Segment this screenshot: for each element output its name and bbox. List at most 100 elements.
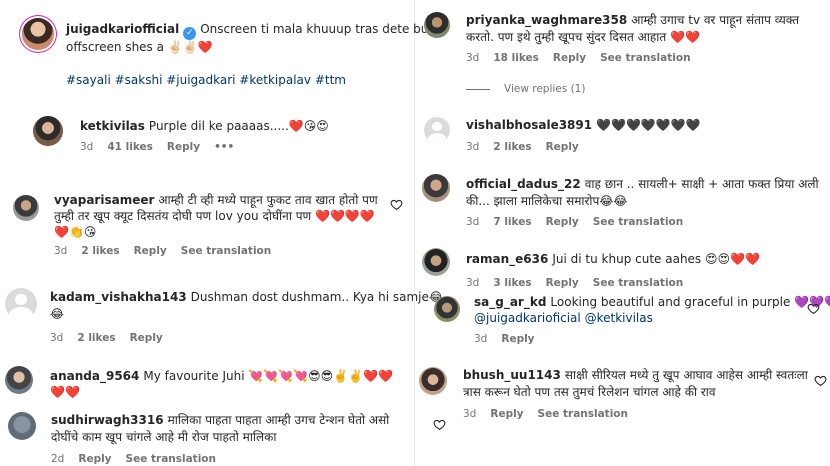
avatar[interactable]	[422, 248, 450, 276]
comment-body: Purple dil ke paaaas.....❤️😘😍	[148, 119, 329, 133]
comment-body: My favourite Juhi 💘💘💘💘😎😎✌️✌️❤️❤️	[143, 369, 393, 383]
more-options-icon[interactable]: •••	[214, 141, 234, 153]
reply-button[interactable]: Reply	[546, 216, 579, 228]
comment-username[interactable]: bhush_uu1143	[463, 368, 561, 382]
comment-meta: 3d 2 likes Reply	[466, 140, 593, 154]
reply-button[interactable]: Reply	[546, 277, 579, 289]
comment-meta: 3d Reply	[474, 332, 549, 346]
comment-text-line: ❤️👏😘	[54, 225, 97, 239]
avatar[interactable]	[8, 412, 36, 440]
see-translation-link[interactable]: See translation	[593, 277, 683, 289]
see-translation-link[interactable]: See translation	[181, 245, 271, 257]
heart-outline-icon[interactable]	[433, 418, 446, 431]
comment-username[interactable]: kadam_vishakha143	[50, 290, 187, 304]
avatar[interactable]	[424, 12, 450, 38]
like-count[interactable]: 2 likes	[81, 245, 119, 257]
see-translation-link[interactable]: See translation	[538, 408, 628, 420]
avatar[interactable]	[424, 117, 450, 143]
comment-text: priyanka_waghmare358 आम्ही उगाच tv वर पाह…	[466, 11, 799, 29]
avatar[interactable]	[422, 174, 450, 202]
reply-button[interactable]: Reply	[553, 52, 586, 64]
see-translation-link[interactable]: See translation	[593, 216, 683, 228]
view-replies-button[interactable]: View replies (1)	[466, 83, 585, 95]
comment-text: official_dadus_22 वाह छान .. सायली+ साक्ष…	[466, 175, 819, 193]
comment-body: मालिका पाहता पाहता आम्ही उगच टेन्शन घेतो…	[167, 413, 390, 427]
comment-meta: 3d 2 likes Reply	[50, 331, 177, 345]
reply-button[interactable]: Reply	[167, 141, 200, 153]
comment-time: 3d	[50, 332, 64, 344]
like-count[interactable]: 7 likes	[493, 216, 531, 228]
comment-meta: 3d 2 likes Reply See translation	[54, 244, 285, 258]
like-count[interactable]: 2 likes	[77, 332, 115, 344]
hashtags[interactable]: #sayali #sakshi #juigadkari #ketkipalav …	[66, 71, 346, 89]
comment-meta: 3d Reply See translation	[463, 407, 642, 421]
comment-text: sudhirwagh3316 मालिका पाहता पाहता आम्ही उ…	[51, 411, 389, 429]
comment-username[interactable]: juigadkariofficial	[66, 22, 179, 36]
comment-text-line: त्रास करून घेतो पण तस तुमचं रिलेशन चांगल…	[463, 385, 716, 399]
like-count[interactable]: 2 likes	[493, 141, 531, 153]
see-translation-link[interactable]: See translation	[600, 52, 690, 64]
comment-username[interactable]: priyanka_waghmare358	[466, 13, 627, 27]
heart-outline-icon[interactable]	[807, 302, 820, 315]
comment-username[interactable]: vyaparisameer	[54, 193, 154, 207]
comment-time: 3d	[466, 141, 480, 153]
comment-body: Onscreen ti mala khuuup tras dete but	[200, 22, 434, 36]
comment-text: bhush_uu1143 साक्षी सीरियल मध्ये तु खूप आ…	[463, 366, 808, 384]
like-count[interactable]: 18 likes	[493, 52, 539, 64]
comment-text-line: offscreen shes a ✌🏻✌🏻❤️	[66, 40, 213, 54]
heart-outline-icon[interactable]	[814, 374, 827, 387]
comment-text-line: की... झाला मालिकेचा समारोप😂😂	[466, 194, 628, 208]
avatar[interactable]	[13, 195, 39, 221]
comment-body: आम्ही उगाच tv वर पाहून संताप व्यक्त	[631, 13, 800, 27]
reply-button[interactable]: Reply	[130, 332, 163, 344]
column-divider	[414, 0, 415, 466]
comment-meta: 3d 41 likes Reply •••	[80, 140, 248, 154]
comment-body: आम्ही टी व्ही मध्ये पाहून फुकट ताव खात ह…	[158, 193, 378, 207]
comment-username[interactable]: sudhirwagh3316	[51, 413, 164, 427]
comment-text-line: 😂	[50, 307, 65, 321]
reply-button[interactable]: Reply	[134, 245, 167, 257]
like-count[interactable]: 41 likes	[107, 141, 153, 153]
comment-text: kadam_vishakha143 Dushman dost dushmam.. …	[50, 288, 443, 306]
comment-text: vishalbhosale3891 🖤🖤🖤🖤🖤🖤🖤	[466, 116, 701, 134]
comment-text-line: दोघींचे काम खूप चांगले आहे मी रोज पाहतो …	[51, 430, 277, 444]
comment-time: 3d	[463, 408, 477, 420]
comment-meta: 2d Reply See translation	[51, 452, 230, 466]
avatar[interactable]	[22, 18, 54, 50]
comment-username[interactable]: vishalbhosale3891	[466, 118, 592, 132]
comment-time: 3d	[466, 216, 480, 228]
reply-button[interactable]: Reply	[78, 453, 111, 465]
comment-text-line: करतो. पण इथे तुम्ही खूपच सुंदर दिसत आहात…	[466, 30, 700, 44]
avatar[interactable]	[33, 116, 63, 146]
mention-link[interactable]: @ketkivilas	[585, 311, 653, 325]
comment-text: ananda_9564 My favourite Juhi 💘💘💘💘😎😎✌️✌️❤…	[50, 367, 393, 385]
comment-username[interactable]: ketkivilas	[80, 119, 145, 133]
avatar[interactable]	[5, 366, 33, 394]
comment-text-line: तुम्ही तर खूप क्यूट दिसतंय दोघी पण lov y…	[54, 209, 375, 223]
avatar[interactable]	[434, 296, 460, 322]
comment-meta: 3d 18 likes Reply See translation	[466, 51, 705, 65]
avatar[interactable]	[419, 367, 447, 395]
comment-username[interactable]: raman_e636	[466, 252, 548, 266]
reply-button[interactable]: Reply	[490, 408, 523, 420]
comment-text: ketkivilas Purple dil ke paaaas.....❤️😘😍	[80, 117, 329, 135]
comment-body: Dushman dost dushmam.. Kya hi samje😂	[190, 290, 443, 304]
comment-time: 2d	[51, 453, 65, 465]
comment-time: 3d	[54, 245, 68, 257]
mention-link[interactable]: @juigadkarioficial	[474, 311, 581, 325]
comment-username[interactable]: official_dadus_22	[466, 177, 581, 191]
comment-body: साक्षी सीरियल मध्ये तु खूप आघाव आहेस आम्…	[564, 368, 808, 382]
see-translation-link[interactable]: See translation	[126, 453, 216, 465]
comment-mentions: @juigadkarioficial @ketkivilas	[474, 309, 653, 327]
like-count[interactable]: 3 likes	[493, 277, 531, 289]
comment-username[interactable]: ananda_9564	[50, 369, 139, 383]
comment-username[interactable]: sa_g_ar_kd	[474, 295, 546, 309]
comment-body: Jui di tu khup cute aahes 😍😍❤️❤️	[552, 252, 760, 266]
comment-meta: 3d 7 likes Reply See translation	[466, 215, 697, 229]
comment-body: वाह छान .. सायली+ साक्षी + आता फक्त प्रि…	[584, 177, 819, 191]
reply-button[interactable]: Reply	[501, 333, 534, 345]
heart-outline-icon[interactable]	[390, 198, 403, 211]
reply-button[interactable]: Reply	[546, 141, 579, 153]
comment-time: 3d	[80, 141, 94, 153]
avatar[interactable]	[5, 288, 37, 320]
